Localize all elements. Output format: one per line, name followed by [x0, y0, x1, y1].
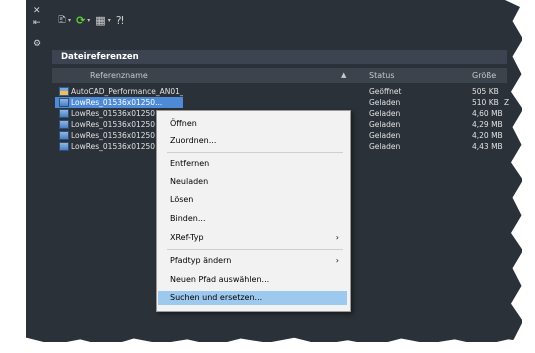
reference-status: Geladen	[369, 131, 401, 140]
menu-item-bind[interactable]: Binden...	[158, 212, 347, 226]
menu-item-find-replace[interactable]: Suchen und ersetzen...	[158, 291, 347, 305]
reference-status: Geladen	[369, 142, 401, 151]
menu-item-select-new-path[interactable]: Neuen Pfad auswählen...	[158, 273, 347, 287]
menu-item-unload[interactable]: Lösen	[158, 193, 347, 207]
reference-size: 510 KB	[472, 98, 499, 107]
chevron-down-icon: ▾	[87, 16, 91, 24]
menu-item-xref-type[interactable]: XRef-Typ ›	[158, 231, 347, 245]
image-button[interactable]: ▦ ▾	[95, 14, 110, 27]
reference-status: Geöffnet	[369, 87, 402, 96]
reference-size: 4,29 MB	[472, 120, 503, 129]
menu-item-attach[interactable]: Zuordnen...	[158, 134, 347, 148]
table-row-selected[interactable]: LowRes_01536x01250... Geladen 510 KB Z	[52, 97, 510, 108]
attach-icon: 🗈	[58, 12, 67, 26]
column-size-header[interactable]: Größe	[472, 68, 496, 83]
panel-title[interactable]: Dateireferenzen	[52, 50, 507, 64]
gear-icon[interactable]: ⚙	[33, 40, 41, 49]
help-button[interactable]: ⁈	[116, 14, 124, 27]
reference-status: Geladen	[369, 109, 401, 118]
menu-item-change-path-type[interactable]: Pfadtyp ändern ›	[158, 254, 347, 268]
column-header: Referenzname ▲ Status Größe	[52, 68, 507, 83]
reference-size: 4,43 MB	[472, 142, 503, 151]
reference-status: Geladen	[369, 120, 401, 129]
reference-extra: Z	[504, 98, 510, 107]
menu-separator	[167, 249, 343, 250]
column-name-header[interactable]: Referenzname	[90, 68, 148, 83]
toolbar: 🗈 ▾ ⟳ ▾ ▦ ▾ ⁈	[58, 11, 124, 29]
drawing-icon	[59, 87, 69, 96]
chevron-down-icon: ▾	[107, 16, 111, 24]
table-row[interactable]: AutoCAD_Performance_AN01_OrthoReference …	[52, 86, 507, 97]
refresh-button[interactable]: ⟳ ▾	[76, 14, 90, 27]
palette-sidebar: ✕ ⇤ ⚙	[30, 0, 44, 342]
reference-name: LowRes_01536x01250...	[55, 97, 183, 108]
image-file-icon	[59, 120, 69, 129]
sort-ascending-icon: ▲	[341, 71, 347, 79]
column-status-header[interactable]: Status	[369, 68, 395, 83]
chevron-right-icon: ›	[335, 233, 339, 242]
chevron-down-icon: ▾	[68, 16, 72, 24]
reference-size: 505 KB	[472, 87, 499, 96]
close-icon[interactable]: ✕	[33, 7, 41, 16]
menu-item-remove[interactable]: Entfernen	[158, 157, 347, 171]
reference-size: 4,20 MB	[472, 131, 503, 140]
image-file-icon	[59, 109, 69, 118]
menu-item-open[interactable]: Öffnen	[158, 117, 347, 131]
chevron-right-icon: ›	[335, 256, 339, 265]
context-menu: Öffnen Zuordnen... Entfernen Neuladen Lö…	[156, 110, 351, 312]
pin-icon[interactable]: ⇤	[33, 19, 41, 28]
image-file-icon	[59, 131, 69, 140]
reference-name: AutoCAD_Performance_AN01_OrthoReference	[55, 86, 183, 97]
image-icon: ▦	[95, 13, 106, 27]
reference-status: Geladen	[369, 98, 401, 107]
help-icon: ⁈	[115, 13, 124, 27]
image-file-icon	[59, 142, 69, 151]
reference-size: 4,60 MB	[472, 109, 503, 118]
refresh-icon: ⟳	[76, 13, 86, 27]
image-file-icon	[59, 98, 69, 107]
menu-item-reload[interactable]: Neuladen	[158, 175, 347, 189]
menu-separator	[167, 152, 343, 153]
attach-button[interactable]: 🗈 ▾	[58, 11, 71, 30]
